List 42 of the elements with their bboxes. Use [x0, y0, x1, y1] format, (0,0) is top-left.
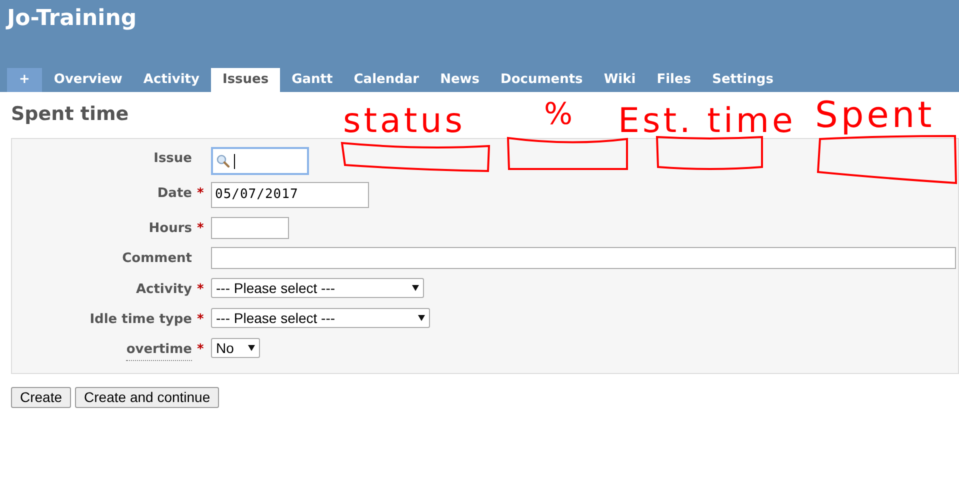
form-button[interactable]: Create and continue — [75, 387, 220, 408]
required-marker: * — [197, 281, 205, 299]
handwritten-note: Est. time — [618, 104, 796, 138]
dropdown[interactable]: No — [211, 338, 260, 358]
nav-tab[interactable]: Calendar — [344, 68, 428, 92]
field-label: Comment — [122, 250, 192, 268]
nav-tab[interactable]: News — [431, 68, 489, 92]
caret-icon — [418, 315, 425, 321]
nav-tab[interactable]: Activity — [134, 68, 208, 92]
field-label: Issue — [154, 150, 192, 168]
caret-icon — [248, 345, 255, 351]
project-title: Jo-Training — [4, 5, 137, 33]
required-marker: * — [197, 220, 205, 238]
form-button[interactable]: Create — [11, 387, 72, 408]
issue-search-field[interactable] — [211, 147, 309, 175]
field-label: Hours — [148, 220, 192, 238]
nav-tab[interactable]: Issues — [211, 68, 280, 92]
nav-tab[interactable]: Overview — [44, 68, 132, 92]
nav-tab[interactable]: Documents — [492, 68, 592, 92]
hours-field[interactable] — [211, 217, 289, 239]
nav-tab[interactable]: Wiki — [594, 68, 645, 92]
dropdown[interactable]: --- Please select --- — [211, 308, 430, 328]
field-label: Idle time type — [90, 311, 192, 329]
field-label: Activity — [136, 281, 192, 299]
dropdown[interactable]: --- Please select --- — [211, 278, 424, 298]
field-label: Date — [157, 185, 192, 203]
handwritten-note: Spent — [815, 98, 935, 134]
nav-tab[interactable]: Settings — [703, 68, 782, 92]
required-marker: * — [197, 311, 205, 329]
handwritten-note: % — [544, 100, 576, 130]
handwritten-note: status — [343, 104, 466, 138]
page-title: Spent time — [11, 102, 129, 127]
nav-tab[interactable]: Gantt — [282, 68, 342, 92]
date-field[interactable]: 05/07/2017 — [211, 182, 369, 208]
required-marker: * — [197, 341, 205, 359]
required-marker: * — [197, 185, 205, 203]
caret-icon — [412, 285, 419, 291]
new-item-tab[interactable]: + — [7, 68, 42, 92]
search-icon — [216, 154, 230, 168]
field-label: overtime — [126, 340, 192, 360]
nav-tab[interactable]: Files — [648, 68, 700, 92]
comment-field[interactable] — [211, 247, 956, 269]
